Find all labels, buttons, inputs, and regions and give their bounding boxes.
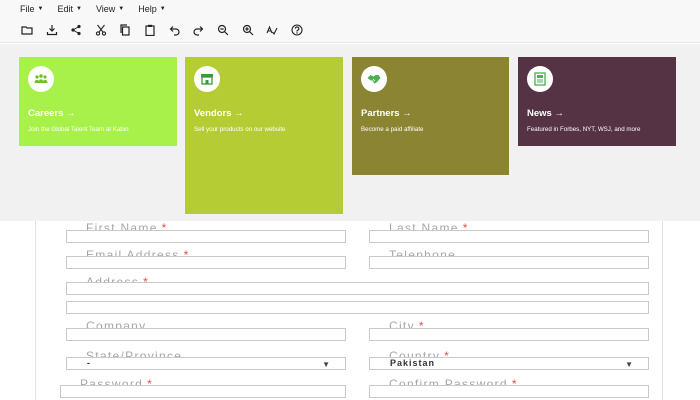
storefront-icon: [194, 66, 220, 92]
zoom-out-icon[interactable]: [215, 22, 231, 38]
menu-view[interactable]: View ▼: [96, 4, 124, 14]
telephone-input[interactable]: [369, 256, 649, 269]
redo-icon[interactable]: [191, 22, 207, 38]
download-icon[interactable]: [44, 22, 60, 38]
copy-icon[interactable]: [117, 22, 133, 38]
partners-title: Partners →: [361, 108, 412, 119]
open-folder-icon[interactable]: [19, 22, 35, 38]
vendors-description: Sell your products on our website: [194, 126, 286, 133]
caret-down-icon: ▼: [75, 6, 82, 12]
cut-icon[interactable]: [93, 22, 109, 38]
toolbar: [0, 18, 700, 43]
careers-title: Careers →: [28, 108, 76, 119]
first-name-input[interactable]: [66, 230, 346, 243]
confirm-password-input[interactable]: [369, 385, 649, 398]
undo-icon[interactable]: [166, 22, 182, 38]
city-input[interactable]: [369, 328, 649, 341]
caret-down-icon: ▼: [118, 6, 125, 12]
dropdown-arrow-icon: ▼: [322, 360, 331, 369]
spellcheck-icon[interactable]: [264, 22, 280, 38]
menu-file[interactable]: File ▼: [20, 4, 43, 14]
last-name-input[interactable]: [369, 230, 649, 243]
password-input[interactable]: [60, 385, 346, 398]
caret-down-icon: ▼: [37, 6, 44, 12]
careers-description: Join the Global Talent Team at Kabin: [28, 126, 129, 133]
handshake-icon: [361, 66, 387, 92]
address-line2-input[interactable]: [66, 301, 649, 314]
vendors-title: Vendors →: [194, 108, 244, 119]
vendors-card[interactable]: Vendors → Sell your products on our webs…: [185, 57, 343, 214]
menu-edit[interactable]: Edit ▼: [57, 4, 81, 14]
dropdown-panel: Careers → Join the Global Talent Team at…: [0, 44, 700, 221]
menubar: File ▼ Edit ▼ View ▼ Help ▼: [0, 0, 700, 18]
company-input[interactable]: [66, 328, 346, 341]
state-select[interactable]: - ▼: [66, 357, 346, 370]
careers-people-icon: [28, 66, 54, 92]
news-description: Featured in Forbes, NYT, WSJ, and more: [527, 126, 641, 133]
partners-card[interactable]: Partners → Become a paid affiliate: [352, 57, 509, 175]
email-input[interactable]: [66, 256, 346, 269]
help-icon[interactable]: [289, 22, 305, 38]
country-select[interactable]: Pakistan ▼: [369, 357, 649, 370]
careers-card[interactable]: Careers → Join the Global Talent Team at…: [19, 57, 177, 146]
paste-icon[interactable]: [142, 22, 158, 38]
caret-down-icon: ▼: [159, 6, 166, 12]
zoom-in-icon[interactable]: [240, 22, 256, 38]
news-card[interactable]: News → Featured in Forbes, NYT, WSJ, and…: [518, 57, 676, 146]
registration-form: First Name * Last Name * Email Address * Te…: [35, 221, 663, 400]
share-icon[interactable]: [68, 22, 84, 38]
menu-help[interactable]: Help ▼: [138, 4, 165, 14]
dropdown-arrow-icon: ▼: [625, 360, 634, 369]
address-input[interactable]: [66, 282, 649, 295]
partners-description: Become a paid affiliate: [361, 126, 424, 133]
newspaper-icon: [527, 66, 553, 92]
news-title: News →: [527, 108, 564, 119]
